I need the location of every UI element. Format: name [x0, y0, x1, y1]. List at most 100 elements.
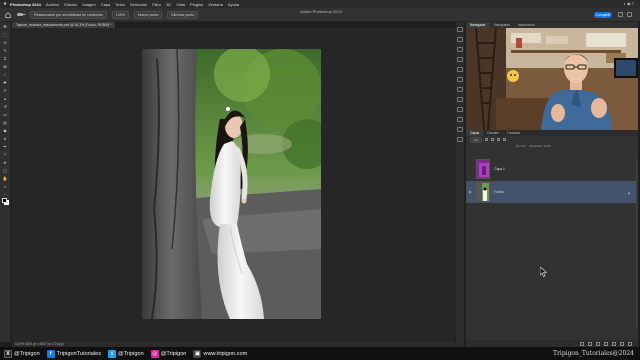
more-tools-icon[interactable]: ⋯: [2, 192, 9, 197]
canvas-area[interactable]: [12, 28, 455, 342]
adjustment-layer-icon[interactable]: [604, 341, 608, 346]
zoom-tool-icon[interactable]: ⌕: [2, 184, 9, 189]
window-title: Adobe Photoshop 2024: [300, 9, 342, 14]
menu-texto[interactable]: Texto: [115, 2, 125, 7]
adjustments-panel-icon[interactable]: [457, 47, 463, 52]
menu-capa[interactable]: Capa: [101, 2, 111, 7]
share-button[interactable]: Compartir: [594, 12, 612, 18]
layer-thumbnail: [476, 182, 490, 202]
zoom-percent-button[interactable]: 100%: [111, 10, 129, 19]
eraser-tool-icon[interactable]: ▭: [2, 112, 9, 117]
status-icons: ◐ ◉ ≡: [623, 1, 634, 6]
actions-panel-icon[interactable]: [457, 127, 463, 132]
app-name-menu[interactable]: Photoshop 2024: [10, 2, 41, 7]
menu-edicion[interactable]: Edición: [64, 2, 77, 7]
gradient-tool-icon[interactable]: ▤: [2, 120, 9, 125]
new-group-icon[interactable]: [612, 341, 616, 346]
delete-point-button[interactable]: Eliminar punto: [167, 10, 199, 19]
lock-icon[interactable]: 🔒︎: [628, 190, 630, 195]
menu-archivo[interactable]: Archivo: [46, 2, 59, 7]
add-mask-icon[interactable]: [596, 341, 600, 346]
layer-row-fondo[interactable]: ◉ Fondo 🔒︎: [466, 181, 636, 203]
layers-scrollbar[interactable]: [636, 158, 638, 328]
search-icon[interactable]: [618, 12, 623, 17]
adjustment-filter-icon[interactable]: [490, 138, 494, 141]
content-aware-button[interactable]: Restauración por sensibilidad de conteni…: [30, 10, 107, 19]
social-banner: X @Tripigon f TripigonTutoriales t @Trip…: [0, 347, 640, 360]
eyedropper-tool-icon[interactable]: ⁄: [2, 72, 9, 77]
web-link[interactable]: ▣ www.tripigon.com: [193, 349, 247, 358]
move-tool-icon[interactable]: ✥: [2, 24, 9, 29]
healing-tool-icon[interactable]: ✚: [2, 80, 9, 85]
new-layer-icon[interactable]: [620, 341, 624, 346]
layer-name: Fondo: [494, 190, 504, 194]
pen-tool-icon[interactable]: ✒: [2, 144, 9, 149]
blend-mode-select[interactable]: Normal: [516, 144, 526, 148]
blur-tool-icon[interactable]: ◆: [2, 128, 9, 133]
info-panel-icon[interactable]: [457, 117, 463, 122]
home-icon[interactable]: [4, 11, 12, 19]
history-brush-icon[interactable]: ↺: [2, 104, 9, 109]
menu-ventana[interactable]: Ventana: [208, 2, 223, 7]
brushes-panel-icon[interactable]: [457, 67, 463, 72]
tools-panel: ✥ ⬚ ʘ ✎ ⌗ ⊠ ⁄ ✚ ✐ ▴ ↺ ▭ ▤ ◆ ● ✒ T ➤ ▢ ✋ …: [0, 22, 11, 342]
lasso-tool-icon[interactable]: ʘ: [2, 40, 9, 45]
fx-icon[interactable]: [588, 341, 592, 346]
color-panel-icon[interactable]: [457, 87, 463, 92]
facebook-icon: f: [46, 349, 55, 358]
twitter-icon: t: [108, 349, 117, 358]
blend-opacity-row: Normal Opacidad: 100%: [466, 143, 638, 149]
hand-tool-icon[interactable]: ✋: [2, 176, 9, 181]
healing-brush-icon[interactable]: [16, 11, 26, 19]
menu-imagen[interactable]: Imagen: [82, 2, 95, 7]
panel-icon-strip: [455, 22, 465, 347]
tab-layers[interactable]: Capas: [466, 130, 484, 136]
layer-kind-filter[interactable]: Tipo: [470, 136, 482, 143]
delete-layer-icon[interactable]: [628, 341, 632, 346]
stamp-tool-icon[interactable]: ▴: [2, 96, 9, 101]
twitter-handle[interactable]: t @Tripigon: [108, 349, 144, 358]
instagram-handle[interactable]: ◎ @Tripigon: [150, 349, 186, 358]
marquee-tool-icon[interactable]: ⬚: [2, 32, 9, 37]
workspace-icon[interactable]: [627, 12, 632, 17]
type-filter-icon[interactable]: [496, 138, 500, 141]
tab-paths[interactable]: Trazados: [503, 130, 524, 136]
swatches-panel-icon[interactable]: [457, 77, 463, 82]
menu-filtro[interactable]: Filtro: [152, 2, 161, 7]
shape-tool-icon[interactable]: ▢: [2, 168, 9, 173]
shape-filter-icon[interactable]: [502, 138, 506, 141]
quick-select-tool-icon[interactable]: ✎: [2, 48, 9, 53]
pixel-filter-icon[interactable]: [484, 138, 488, 141]
styles-panel-icon[interactable]: [457, 107, 463, 112]
visibility-eye-icon[interactable]: ◉: [466, 190, 474, 194]
foreground-color-swatch[interactable]: [2, 198, 7, 203]
new-point-button[interactable]: Nuevo punto: [133, 10, 163, 19]
menu-3d[interactable]: 3D: [166, 2, 171, 7]
type-tool-icon[interactable]: T: [2, 152, 9, 157]
opacity-field[interactable]: Opacidad: 100%: [529, 144, 551, 148]
facebook-handle[interactable]: f TripigonTutoriales: [46, 349, 101, 358]
dodge-tool-icon[interactable]: ●: [2, 136, 9, 141]
menu-seleccion[interactable]: Selección: [130, 2, 147, 7]
libraries-panel-icon[interactable]: [457, 57, 463, 62]
paths-panel-icon[interactable]: [457, 97, 463, 102]
menu-plugins[interactable]: Plugins: [190, 2, 203, 7]
path-select-tool-icon[interactable]: ➤: [2, 160, 9, 165]
brush-tool-icon[interactable]: ✐: [2, 88, 9, 93]
layer-row-capa-1[interactable]: Capa 1: [466, 158, 636, 180]
layer-thumbnail: [476, 159, 490, 179]
frame-tool-icon[interactable]: ⊠: [2, 64, 9, 69]
apple-icon[interactable]: ●: [0, 1, 10, 7]
comments-panel-icon[interactable]: [457, 137, 463, 142]
tab-channels[interactable]: Canales: [483, 130, 503, 136]
menu-ayuda[interactable]: Ayuda: [228, 2, 239, 7]
web-icon: ▣: [193, 349, 202, 358]
properties-panel-icon[interactable]: [457, 37, 463, 42]
menu-vista[interactable]: Vista: [176, 2, 185, 7]
history-panel-icon[interactable]: [457, 27, 463, 32]
crop-tool-icon[interactable]: ⌗: [2, 56, 9, 61]
brand-watermark: Tripigon_Tutoriales@2024: [553, 350, 634, 357]
link-layers-icon[interactable]: [580, 341, 584, 346]
x-handle[interactable]: X @Tripigon: [4, 349, 40, 358]
twitter-handle-label: @Tripigon: [118, 350, 144, 357]
